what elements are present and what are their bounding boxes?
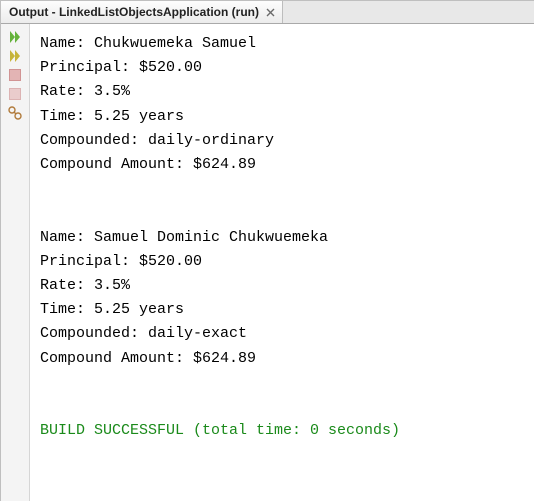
console[interactable]: Name: Chukwuemeka Samuel Principal: $520…: [30, 24, 534, 501]
console-line: Rate: 3.5%: [40, 277, 130, 294]
rerun-icon[interactable]: [7, 29, 23, 45]
console-line: Principal: $520.00: [40, 253, 202, 270]
console-line: Time: 5.25 years: [40, 301, 184, 318]
tab-output[interactable]: Output - LinkedListObjectsApplication (r…: [1, 1, 283, 23]
stop-icon[interactable]: [9, 69, 21, 81]
console-line: Principal: $520.00: [40, 59, 202, 76]
close-icon[interactable]: [265, 7, 276, 18]
console-line: Compounded: daily-exact: [40, 325, 247, 342]
output-body: Name: Chukwuemeka Samuel Principal: $520…: [1, 24, 534, 501]
output-window: Output - LinkedListObjectsApplication (r…: [0, 0, 534, 501]
console-line: Compounded: daily-ordinary: [40, 132, 274, 149]
tab-title: Output - LinkedListObjectsApplication (r…: [9, 5, 259, 19]
console-line: Compound Amount: $624.89: [40, 156, 256, 173]
console-line: Rate: 3.5%: [40, 83, 130, 100]
gutter: [1, 24, 30, 501]
console-line: Name: Chukwuemeka Samuel: [40, 35, 256, 52]
settings-icon[interactable]: [7, 105, 23, 121]
build-status: BUILD SUCCESSFUL (total time: 0 seconds): [40, 422, 400, 439]
console-line: Name: Samuel Dominic Chukwuemeka: [40, 229, 328, 246]
console-line: Compound Amount: $624.89: [40, 350, 256, 367]
stop-dim-icon: [9, 88, 21, 100]
console-line: Time: 5.25 years: [40, 108, 184, 125]
tab-bar: Output - LinkedListObjectsApplication (r…: [1, 1, 534, 24]
rerun-alt-icon[interactable]: [7, 48, 23, 64]
